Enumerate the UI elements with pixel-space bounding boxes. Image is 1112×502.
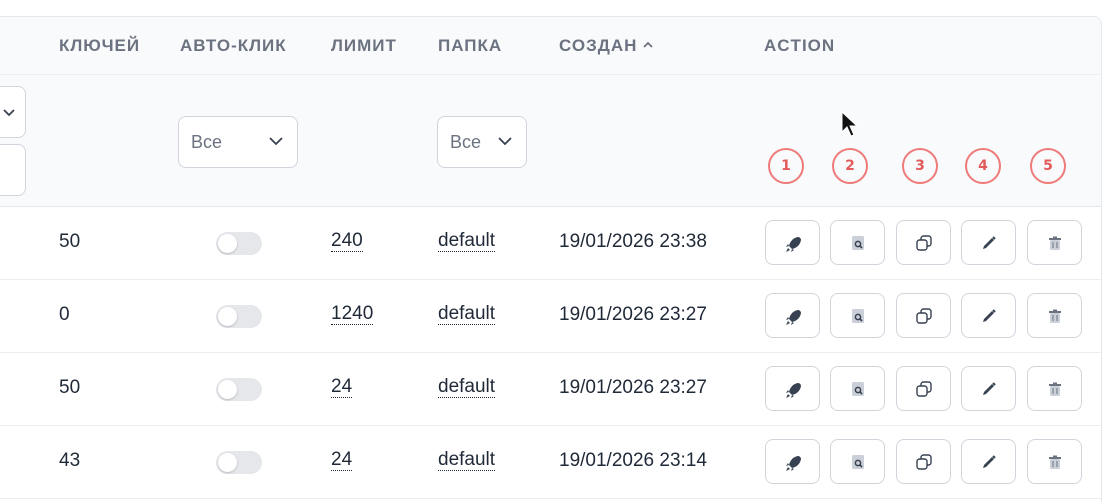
- autoclick-toggle[interactable]: [216, 232, 262, 255]
- toggle-knob: [218, 234, 237, 253]
- chevron-down-icon: [498, 137, 512, 146]
- edit-button[interactable]: [961, 366, 1016, 411]
- limit-link[interactable]: 24: [331, 377, 353, 398]
- pencil-icon: [982, 308, 996, 322]
- keys-count: 50: [59, 231, 81, 252]
- autoclick-filter-select[interactable]: Все: [178, 116, 298, 168]
- delete-button[interactable]: [1027, 439, 1082, 484]
- edit-button[interactable]: [961, 439, 1016, 484]
- folder-filter-select[interactable]: Все: [437, 116, 527, 168]
- trash-icon: [1048, 382, 1061, 396]
- run-button[interactable]: [765, 439, 820, 484]
- autoclick-filter-value: Все: [191, 131, 223, 152]
- annotation-marker-1: 1: [768, 148, 804, 184]
- annotation-marker-3: 3: [902, 148, 938, 184]
- created-date: 19/01/2026 23:14: [559, 450, 707, 471]
- sort-ascending-icon: [643, 41, 654, 48]
- limit-link[interactable]: 1240: [331, 304, 374, 325]
- autoclick-toggle[interactable]: [216, 451, 262, 474]
- annotation-marker-4: 4: [965, 148, 1001, 184]
- rocket-icon: [785, 309, 801, 325]
- autoclick-toggle[interactable]: [216, 305, 262, 328]
- column-header-limit[interactable]: ЛИМИТ: [331, 36, 397, 56]
- duplicate-button[interactable]: [896, 220, 951, 265]
- copy-icon: [915, 234, 932, 251]
- file-search-icon: [851, 308, 864, 323]
- delete-button[interactable]: [1027, 220, 1082, 265]
- column-header-folder[interactable]: ПАПКА: [438, 36, 502, 56]
- run-button[interactable]: [765, 366, 820, 411]
- file-search-icon: [851, 235, 864, 250]
- created-date: 19/01/2026 23:27: [559, 304, 707, 325]
- folder-link[interactable]: default: [438, 231, 496, 252]
- view-button[interactable]: [830, 366, 885, 411]
- toggle-knob: [218, 380, 237, 399]
- keys-count: 50: [59, 377, 81, 398]
- toggle-knob: [218, 453, 237, 472]
- column-header-created-label: СОЗДАН: [559, 36, 638, 55]
- table-row: 0 1240 default 19/01/2026 23:27: [0, 280, 1101, 353]
- annotation-marker-5: 5: [1030, 148, 1066, 184]
- duplicate-button[interactable]: [896, 439, 951, 484]
- limit-link[interactable]: 240: [331, 231, 363, 252]
- folder-link[interactable]: default: [438, 304, 496, 325]
- created-date: 19/01/2026 23:27: [559, 377, 707, 398]
- created-date: 19/01/2026 23:38: [559, 231, 707, 252]
- column-header-action: ACTION: [764, 36, 836, 55]
- copy-icon: [915, 380, 932, 397]
- run-button[interactable]: [765, 220, 820, 265]
- autoclick-toggle[interactable]: [216, 378, 262, 401]
- column-header-keys[interactable]: КЛЮЧЕЙ: [59, 36, 140, 56]
- file-search-icon: [851, 381, 864, 396]
- table-row: 50 240 default 19/01/2026 23:38: [0, 207, 1101, 280]
- table-row: 50 24 default 19/01/2026 23:27: [0, 353, 1101, 426]
- view-button[interactable]: [830, 439, 885, 484]
- toggle-knob: [218, 307, 237, 326]
- edit-button[interactable]: [961, 220, 1016, 265]
- rocket-icon: [785, 455, 801, 471]
- rocket-icon: [785, 382, 801, 398]
- trash-icon: [1048, 309, 1061, 323]
- chevron-down-icon: [3, 109, 15, 117]
- mouse-cursor-icon: [841, 111, 859, 137]
- trash-icon: [1048, 236, 1061, 250]
- filter-row: Все Все: [0, 75, 1101, 207]
- folder-link[interactable]: default: [438, 450, 496, 471]
- copy-icon: [915, 307, 932, 324]
- edit-button[interactable]: [961, 293, 1016, 338]
- data-table: КЛЮЧЕЙ АВТО-КЛИК ЛИМИТ ПАПКА СОЗДАН ACTI…: [0, 16, 1102, 502]
- pencil-icon: [982, 454, 996, 468]
- limit-link[interactable]: 24: [331, 450, 353, 471]
- delete-button[interactable]: [1027, 366, 1082, 411]
- view-button[interactable]: [830, 293, 885, 338]
- keys-filter-select[interactable]: [0, 86, 26, 138]
- column-header-created[interactable]: СОЗДАН: [559, 36, 654, 56]
- folder-filter-value: Все: [450, 131, 482, 152]
- rocket-icon: [785, 236, 801, 252]
- keys-filter-input[interactable]: [0, 144, 26, 196]
- keys-count: 0: [59, 304, 70, 325]
- copy-icon: [915, 453, 932, 470]
- run-button[interactable]: [765, 293, 820, 338]
- pencil-icon: [982, 235, 996, 249]
- folder-link[interactable]: default: [438, 377, 496, 398]
- trash-icon: [1048, 455, 1061, 469]
- duplicate-button[interactable]: [896, 293, 951, 338]
- table-row: 43 24 default 19/01/2026 23:14: [0, 426, 1101, 499]
- delete-button[interactable]: [1027, 293, 1082, 338]
- view-button[interactable]: [830, 220, 885, 265]
- duplicate-button[interactable]: [896, 366, 951, 411]
- pencil-icon: [982, 381, 996, 395]
- annotation-marker-2: 2: [832, 148, 868, 184]
- table-header: КЛЮЧЕЙ АВТО-КЛИК ЛИМИТ ПАПКА СОЗДАН ACTI…: [0, 17, 1101, 75]
- chevron-down-icon: [269, 137, 283, 146]
- column-header-autoclick[interactable]: АВТО-КЛИК: [180, 36, 287, 56]
- file-search-icon: [851, 454, 864, 469]
- keys-count: 43: [59, 450, 81, 471]
